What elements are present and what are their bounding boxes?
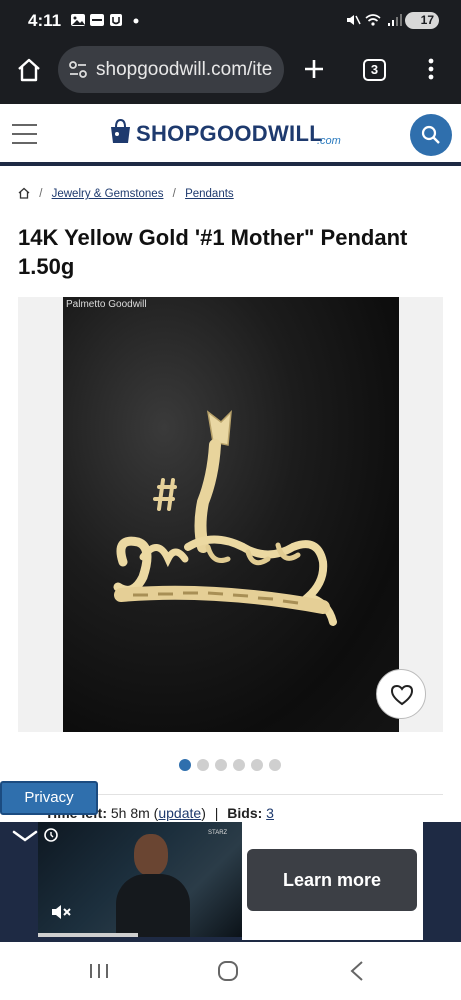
- drive-icon: [90, 14, 104, 26]
- ad-person-body: [116, 874, 190, 937]
- breadcrumb: / Jewelry & Gemstones / Pendants: [18, 187, 234, 200]
- battery-level: 17: [420, 13, 434, 27]
- site-header: SHOPGOODWILL .com: [0, 104, 461, 166]
- carousel-dot-4[interactable]: [233, 759, 245, 771]
- system-navigation-bar: [0, 942, 461, 1000]
- home-icon[interactable]: [18, 187, 30, 199]
- carousel-dot-2[interactable]: [197, 759, 209, 771]
- bids-count-link[interactable]: 3: [266, 805, 274, 821]
- item-image-carousel[interactable]: Palmetto Goodwill: [18, 297, 443, 732]
- item-title: 14K Yellow Gold '#1 Mother" Pendant 1.50…: [18, 225, 408, 279]
- learn-more-button[interactable]: Learn more: [247, 849, 417, 911]
- item-photo[interactable]: Palmetto Goodwill: [63, 297, 399, 732]
- status-time: 4:11: [28, 11, 62, 30]
- gallery-icon: [71, 14, 85, 26]
- ad-video[interactable]: STARZ: [38, 822, 242, 937]
- site-settings-icon[interactable]: [68, 60, 88, 80]
- favorite-button[interactable]: [376, 669, 426, 719]
- site-logo-suffix: .com: [317, 135, 341, 147]
- more-options-icon[interactable]: [426, 57, 436, 81]
- breadcrumb-separator: /: [172, 188, 176, 200]
- heart-icon: [390, 684, 414, 706]
- search-button[interactable]: [410, 114, 452, 156]
- bids-label: Bids:: [227, 805, 263, 821]
- address-bar[interactable]: shopgoodwill.com/ite: [58, 46, 284, 93]
- privacy-button[interactable]: Privacy: [0, 781, 98, 815]
- carousel-dot-1[interactable]: [179, 759, 191, 771]
- mute-status-icon: [347, 15, 361, 25]
- back-icon[interactable]: [349, 960, 365, 982]
- site-logo[interactable]: SHOPGOODWILL: [136, 121, 323, 147]
- carousel-dot-5[interactable]: [251, 759, 263, 771]
- shopping-bag-icon: [111, 118, 130, 143]
- update-link[interactable]: update: [158, 805, 201, 821]
- shield-icon: [110, 14, 122, 26]
- tab-switcher-button[interactable]: 3: [363, 59, 386, 81]
- battery-indicator: 17: [405, 12, 439, 29]
- mute-icon[interactable]: [50, 902, 72, 922]
- carousel-dot-6[interactable]: [269, 759, 281, 771]
- time-left-value: 5h 8m: [110, 805, 150, 821]
- breadcrumb-separator: /: [39, 188, 43, 200]
- recent-apps-icon[interactable]: [88, 962, 110, 980]
- url-text: shopgoodwill.com/ite: [96, 59, 273, 80]
- notification-dot-icon: [133, 18, 139, 24]
- replay-icon[interactable]: [42, 826, 60, 844]
- ad-person-head: [134, 834, 168, 876]
- hamburger-menu-icon[interactable]: [11, 123, 38, 145]
- collapse-ad-icon[interactable]: [12, 829, 38, 843]
- search-icon: [421, 125, 440, 144]
- breadcrumb-jewelry-gemstones[interactable]: Jewelry & Gemstones: [52, 188, 164, 200]
- status-bar: 4:11 17: [0, 0, 461, 42]
- browser-home-icon[interactable]: [16, 57, 42, 83]
- browser-toolbar: shopgoodwill.com/ite 3: [0, 42, 461, 104]
- wifi-icon: [365, 14, 381, 26]
- home-button-icon[interactable]: [217, 960, 239, 982]
- new-tab-icon[interactable]: [303, 58, 325, 80]
- carousel-dot-3[interactable]: [215, 759, 227, 771]
- signal-icon: [388, 14, 402, 26]
- breadcrumb-pendants[interactable]: Pendants: [185, 188, 234, 200]
- ad-video-brand: STARZ: [208, 830, 228, 836]
- ad-progress-bar: [38, 933, 138, 937]
- pendant-illustration: [113, 410, 337, 626]
